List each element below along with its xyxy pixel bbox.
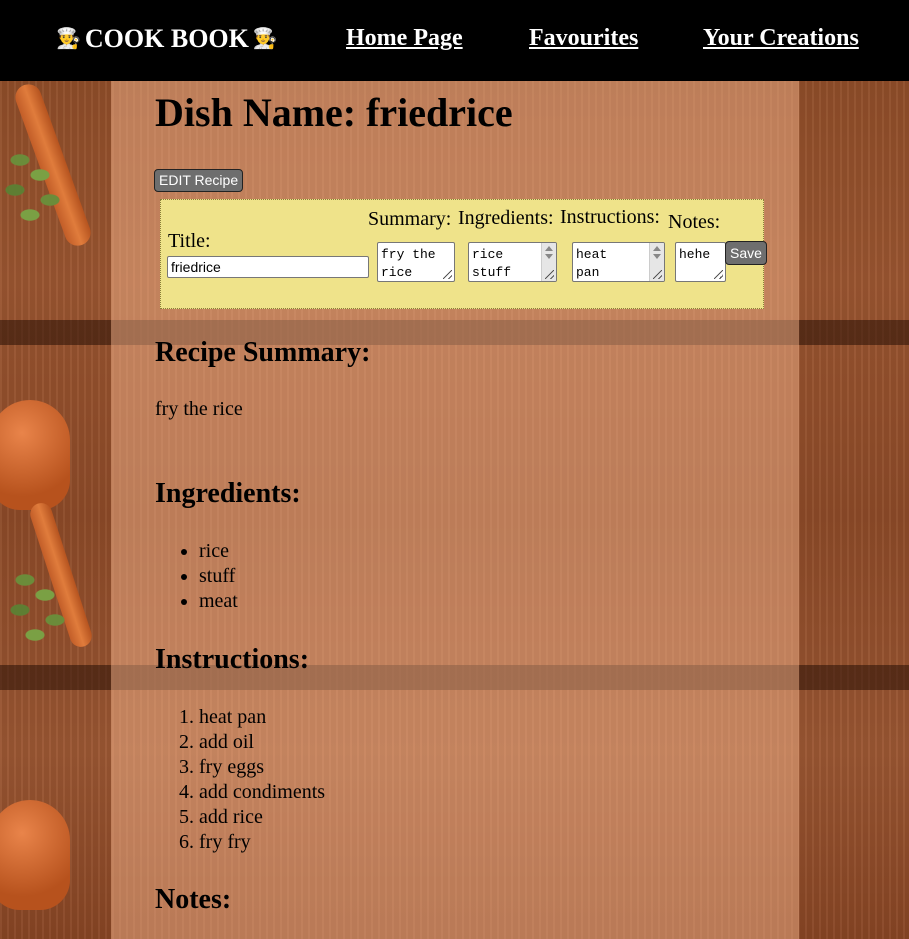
instruction-item: fry eggs xyxy=(199,755,325,780)
nav-link-home[interactable]: Home Page xyxy=(346,25,463,52)
notes-label: Notes: xyxy=(668,211,721,233)
brand-title: COOK BOOK xyxy=(84,24,249,53)
dish-title: Dish Name: friedrice xyxy=(155,89,513,136)
dish-title-label: Dish Name: xyxy=(155,90,357,135)
summary-label: Summary: xyxy=(368,208,452,230)
ingredient-item: meat xyxy=(199,589,238,614)
recipe-content: Dish Name: friedrice EDIT Recipe Title: f… xyxy=(111,81,799,939)
summary-heading: Recipe Summary: xyxy=(155,337,371,368)
nav-link-favourites[interactable]: Favourites xyxy=(529,25,638,52)
clay-jar-decoration xyxy=(0,400,70,510)
ingredient-item: rice xyxy=(199,539,238,564)
notes-textarea-value: hehe xyxy=(679,247,711,262)
resize-handle[interactable] xyxy=(545,270,554,279)
dish-title-value: friedrice xyxy=(366,90,513,135)
summary-textarea-value: fry the rice xyxy=(381,247,436,280)
ingredients-list: rice stuff meat xyxy=(155,539,238,614)
edit-recipe-form: Title: friedrice Summary: fry the rice I… xyxy=(160,199,767,309)
instruction-item: heat pan xyxy=(199,705,325,730)
chef-icon: 👨‍🍳 xyxy=(56,28,81,50)
ingredients-heading: Ingredients: xyxy=(155,478,301,509)
title-label: Title: xyxy=(168,230,211,252)
herb-decoration xyxy=(5,560,75,650)
navbar: 👨‍🍳 COOK BOOK 👨‍🍳 Home Page Favourites Y… xyxy=(0,0,909,81)
ingredient-item: stuff xyxy=(199,564,238,589)
resize-handle[interactable] xyxy=(443,270,452,279)
edit-recipe-button[interactable]: EDIT Recipe xyxy=(154,169,244,192)
notes-textarea[interactable]: hehe xyxy=(675,242,726,282)
ingredients-textarea[interactable]: rice stuff xyxy=(468,242,557,282)
summary-text: fry the rice xyxy=(155,398,243,420)
instruction-item: add condiments xyxy=(199,780,325,805)
instruction-item: add oil xyxy=(199,730,325,755)
herb-decoration xyxy=(0,140,70,230)
brand-logo[interactable]: 👨‍🍳 COOK BOOK 👨‍🍳 xyxy=(56,24,278,54)
nav-link-your-creations[interactable]: Your Creations xyxy=(703,25,859,52)
instructions-list: heat pan add oil fry eggs add condiments… xyxy=(155,705,325,855)
instructions-label: Instructions: xyxy=(560,206,660,228)
clay-jar-decoration xyxy=(0,800,70,910)
instruction-item: fry fry xyxy=(199,830,325,855)
scroll-down-icon[interactable] xyxy=(545,254,553,259)
summary-textarea[interactable]: fry the rice xyxy=(377,242,455,282)
instruction-item: add rice xyxy=(199,805,325,830)
resize-handle[interactable] xyxy=(714,270,723,279)
title-input[interactable]: friedrice xyxy=(167,256,369,278)
instructions-textarea[interactable]: heat pan xyxy=(572,242,665,282)
ingredients-label: Ingredients: xyxy=(458,207,554,229)
chef-icon: 👨‍🍳 xyxy=(252,28,278,50)
instructions-heading: Instructions: xyxy=(155,644,310,675)
resize-handle[interactable] xyxy=(653,270,662,279)
save-button[interactable]: Save xyxy=(725,241,767,265)
notes-heading: Notes: xyxy=(155,884,232,915)
scroll-up-icon[interactable] xyxy=(545,246,553,251)
scroll-up-icon[interactable] xyxy=(653,246,661,251)
scroll-down-icon[interactable] xyxy=(653,254,661,259)
